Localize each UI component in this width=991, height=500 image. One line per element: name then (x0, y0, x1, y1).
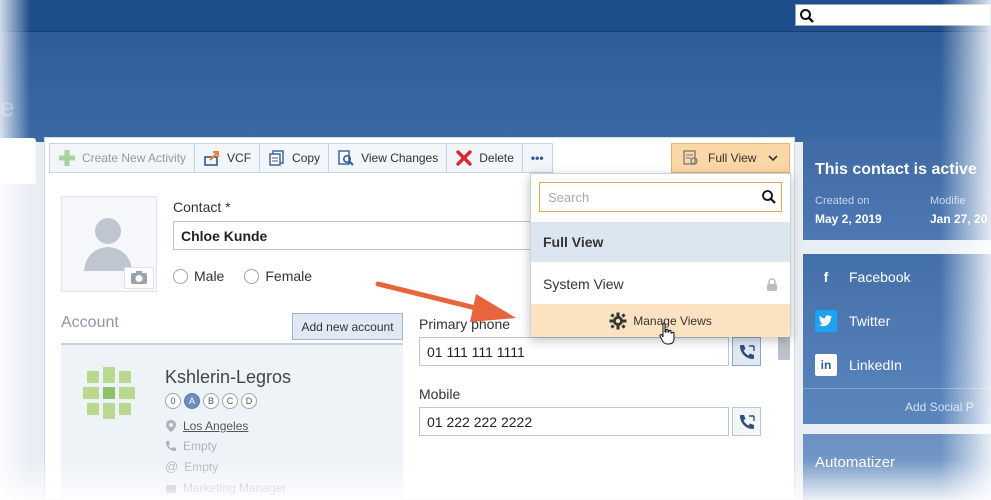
rating-c[interactable]: C (222, 393, 238, 409)
male-radio[interactable] (173, 268, 188, 284)
left-panel-fragment (0, 138, 36, 184)
status-card: This contact is active Created on May 2,… (803, 139, 991, 240)
view-option-full[interactable]: Full View (531, 222, 790, 262)
rating-d[interactable]: D (241, 393, 257, 409)
plus-icon (59, 150, 75, 166)
mobile-label: Mobile (419, 386, 461, 402)
male-label: Male (194, 268, 225, 284)
facebook-label: Facebook (849, 269, 911, 285)
copy-button[interactable]: Copy (259, 143, 330, 173)
chevron-down-icon (768, 155, 779, 162)
status-title: This contact is active (815, 161, 977, 178)
account-section-label: Account (61, 314, 119, 331)
hand-cursor-icon (659, 322, 675, 345)
company-logo-icon (83, 367, 135, 419)
rating-b[interactable]: B (203, 393, 219, 409)
location-pin-icon (166, 420, 176, 432)
delete-label: Delete (479, 151, 514, 165)
create-activity-button[interactable]: Create New Activity (49, 143, 196, 173)
social-facebook[interactable]: f Facebook (815, 266, 911, 288)
rating-0[interactable]: 0 (165, 393, 181, 409)
views-search-input[interactable]: Search (539, 182, 782, 212)
account-panel: Kshlerin-Legros 0 A B C D Los Angeles Em… (61, 343, 403, 500)
account-name[interactable]: Kshlerin-Legros (165, 367, 291, 388)
call-mobile-button[interactable] (732, 407, 761, 436)
add-social-button[interactable]: Add Social P (803, 388, 991, 424)
account-city-row: Los Angeles (165, 419, 248, 433)
page-hero: e (0, 32, 991, 142)
vcf-label: VCF (227, 151, 252, 165)
account-phone-empty: Empty (183, 439, 218, 453)
gender-radio-group: Male Female (173, 268, 312, 284)
social-card: f Facebook Twitter in LinkedIn Add Socia… (803, 254, 991, 424)
rating-a[interactable]: A (184, 393, 200, 409)
automatizer-title: Automatizer (815, 454, 896, 471)
facebook-icon: f (823, 269, 829, 285)
vcf-button[interactable]: VCF (194, 143, 261, 173)
view-icon (683, 150, 698, 165)
automatizer-card: Automatizer (803, 434, 991, 500)
account-email-empty: Empty (184, 459, 219, 474)
view-selector-button[interactable]: Full View (671, 143, 790, 173)
call-primary-button[interactable] (732, 337, 761, 366)
avatar[interactable] (61, 196, 157, 292)
modified-label: Modifie (930, 195, 966, 207)
view-changes-button[interactable]: View Changes (328, 143, 448, 173)
lock-icon (767, 278, 777, 291)
annotation-arrow (375, 281, 516, 322)
header-search-input[interactable] (795, 4, 991, 26)
twitter-label: Twitter (849, 313, 891, 329)
view-selector-label: Full View (708, 151, 757, 165)
more-actions-button[interactable]: ••• (521, 143, 553, 173)
phone-icon (166, 441, 176, 451)
at-icon: @ (165, 459, 179, 474)
view-changes-label: View Changes (361, 151, 439, 165)
top-bar (0, 0, 991, 32)
gear-icon (609, 312, 627, 329)
social-linkedin[interactable]: in LinkedIn (815, 354, 902, 376)
linkedin-icon: in (815, 354, 837, 376)
account-role: Marketing Manager (183, 481, 287, 495)
search-icon (762, 190, 776, 204)
account-rating: 0 A B C D (165, 393, 257, 409)
view-option-system-label: System View (543, 276, 624, 292)
more-icon: ••• (530, 151, 544, 165)
views-dropdown: Search Full View System View Manage View… (530, 173, 791, 337)
copy-icon (269, 150, 284, 166)
created-label: Created on (815, 195, 870, 207)
search-icon (800, 9, 814, 23)
copy-label: Copy (292, 151, 321, 165)
account-city-link[interactable]: Los Angeles (183, 419, 248, 433)
delete-icon (456, 150, 472, 166)
mobile-field[interactable]: 01 222 222 2222 (419, 407, 729, 436)
modified-value: Jan 27, 20 (930, 212, 988, 226)
phone-call-icon (739, 414, 755, 429)
phone-call-icon (739, 344, 755, 359)
account-role-row: Marketing Manager (165, 481, 286, 495)
twitter-icon (815, 310, 837, 332)
toolbar: Create New Activity VCF Copy View Change… (49, 143, 553, 173)
account-email-row: @ Empty (165, 459, 218, 474)
female-radio[interactable] (244, 268, 260, 284)
primary-phone-field[interactable]: 01 111 111 1111 (419, 337, 729, 366)
export-icon (204, 151, 220, 166)
view-option-system[interactable]: System View (531, 264, 790, 304)
page-title: e (0, 92, 15, 122)
camera-button[interactable] (124, 267, 154, 289)
created-value: May 2, 2019 (815, 212, 882, 226)
create-activity-label: Create New Activity (82, 151, 187, 165)
magnifier-document-icon (338, 150, 354, 166)
social-twitter[interactable]: Twitter (815, 310, 890, 332)
badge-icon (166, 485, 176, 493)
account-phone-row: Empty (165, 439, 217, 453)
female-label: Female (265, 268, 313, 284)
camera-icon (131, 271, 147, 284)
linkedin-label: LinkedIn (849, 357, 902, 373)
contact-label: Contact * (173, 199, 231, 215)
contact-name-field[interactable]: Chloe Kunde (173, 221, 545, 250)
delete-button[interactable]: Delete (446, 143, 523, 173)
